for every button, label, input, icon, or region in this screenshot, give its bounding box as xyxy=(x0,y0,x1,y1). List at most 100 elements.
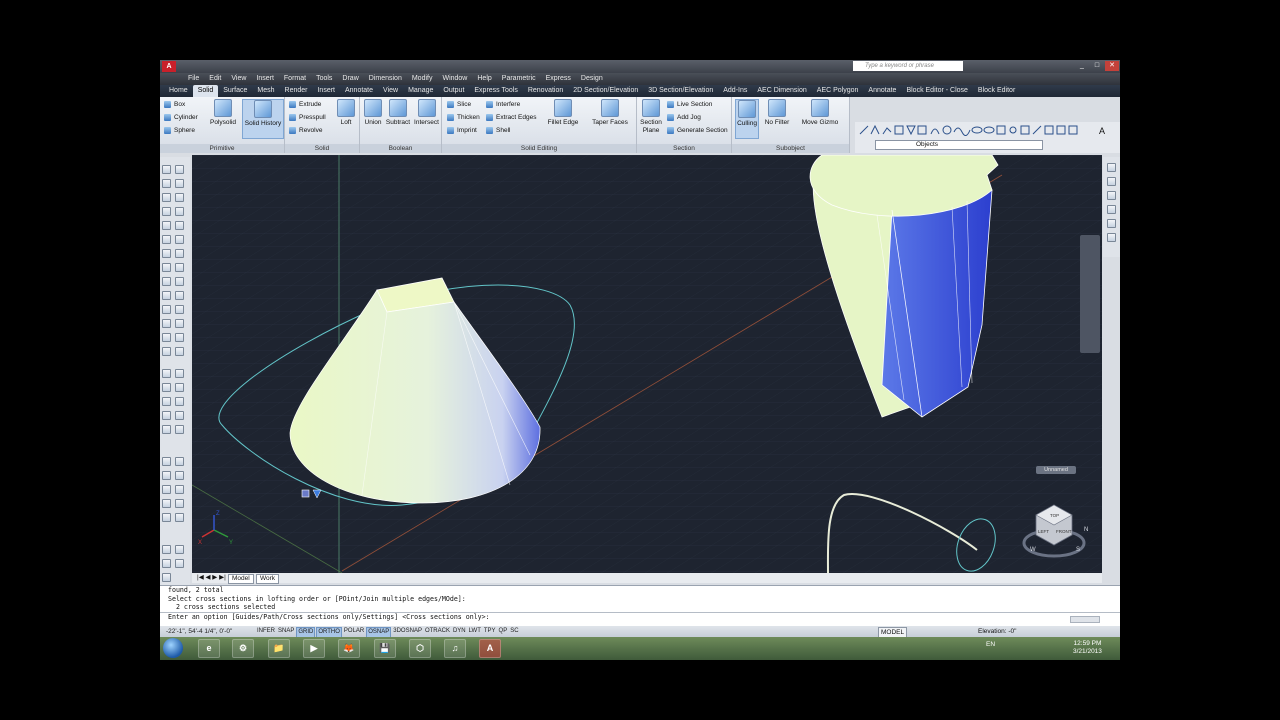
language-indicator[interactable]: EN xyxy=(986,641,995,648)
menu-file[interactable]: File xyxy=(188,73,199,85)
tools-app-icon[interactable]: ⚙ xyxy=(232,639,254,658)
draw-tools-icons[interactable]: A xyxy=(855,122,1120,138)
break-tool-icon[interactable] xyxy=(175,319,184,328)
panel-title-section[interactable]: Section xyxy=(637,144,731,153)
mirror-tool-icon[interactable] xyxy=(175,193,184,202)
section-plane-button[interactable]: Section Plane xyxy=(639,99,663,135)
tab-surface[interactable]: Surface xyxy=(218,85,252,97)
tab-aec-dimension[interactable]: AEC Dimension xyxy=(752,85,811,97)
design-app-icon[interactable]: ⬡ xyxy=(409,639,431,658)
save-app-icon[interactable]: 💾 xyxy=(374,639,396,658)
minimize-button[interactable]: _ xyxy=(1075,61,1089,71)
generate-section-button[interactable]: Generate Section xyxy=(667,126,728,135)
scale-tool-icon[interactable] xyxy=(175,263,184,272)
pan-tool-icon[interactable] xyxy=(175,545,184,554)
cone-tool-icon[interactable] xyxy=(162,485,171,494)
render-tool-icon[interactable] xyxy=(175,513,184,522)
maximize-button[interactable]: □ xyxy=(1090,61,1104,71)
orbit-tool-icon[interactable] xyxy=(162,545,171,554)
arc-tool-icon[interactable] xyxy=(162,221,171,230)
sphere-button[interactable]: Sphere xyxy=(164,126,195,135)
add-jog-button[interactable]: Add Jog xyxy=(667,113,701,122)
system-clock[interactable]: 12:59 PM 3/21/2013 xyxy=(1073,640,1102,656)
menu-window[interactable]: Window xyxy=(442,73,467,85)
extract-edges-button[interactable]: Extract Edges xyxy=(486,113,536,122)
live-section-button[interactable]: Live Section xyxy=(667,100,712,109)
compass-south-label[interactable]: S xyxy=(1076,547,1080,553)
imprint-button[interactable]: Imprint xyxy=(447,126,477,135)
dim-aligned-icon[interactable] xyxy=(162,397,171,406)
tab-solid[interactable]: Solid xyxy=(192,85,219,97)
interfere-button[interactable]: Interfere xyxy=(486,100,520,109)
fillet-edge-button[interactable]: Fillet Edge xyxy=(546,99,580,127)
viewcube-front-label[interactable]: FRONT xyxy=(1056,529,1072,534)
dim-linear-icon[interactable] xyxy=(162,383,171,392)
orbit-icon[interactable] xyxy=(1107,219,1116,228)
gradient-tool-icon[interactable] xyxy=(162,319,171,328)
tab-2d-section[interactable]: 2D Section/Elevation xyxy=(568,85,643,97)
tab-renovation[interactable]: Renovation xyxy=(523,85,568,97)
navigation-bar[interactable] xyxy=(1080,235,1100,353)
tab-mesh[interactable]: Mesh xyxy=(252,85,279,97)
wedge-tool-icon[interactable] xyxy=(175,471,184,480)
fillet-tool-icon[interactable] xyxy=(175,369,184,378)
viewcube-top-label[interactable]: TOP xyxy=(1050,513,1059,518)
presspull-button[interactable]: Presspull xyxy=(289,113,326,122)
revolve-button[interactable]: Revolve xyxy=(289,126,322,135)
intersect-button[interactable]: Intersect xyxy=(412,99,441,127)
stretch-tool-icon[interactable] xyxy=(175,277,184,286)
circle-tool-icon[interactable] xyxy=(162,235,171,244)
copy-tool-icon[interactable] xyxy=(175,179,184,188)
culling-button[interactable]: Culling xyxy=(735,99,759,139)
camera-tool-icon[interactable] xyxy=(162,573,171,582)
offset-tool-icon[interactable] xyxy=(175,207,184,216)
compass-north-label[interactable]: N xyxy=(1084,527,1088,533)
menu-parametric[interactable]: Parametric xyxy=(502,73,536,85)
thicken-button[interactable]: Thicken xyxy=(447,113,480,122)
tab-render[interactable]: Render xyxy=(280,85,313,97)
unnamed-ucs-label[interactable]: Unnamed xyxy=(1036,466,1076,474)
cylinder-button[interactable]: Cylinder xyxy=(164,113,198,122)
slice-button[interactable]: Slice xyxy=(447,100,471,109)
sweep-tool-icon[interactable] xyxy=(175,499,184,508)
autocad-taskbar-icon[interactable]: A xyxy=(479,639,501,658)
internet-explorer-icon[interactable]: e xyxy=(198,639,220,658)
navigation-icon[interactable] xyxy=(1107,163,1116,172)
tab-output[interactable]: Output xyxy=(438,85,469,97)
properties-tool-icon[interactable] xyxy=(175,165,184,174)
selection-grip[interactable] xyxy=(301,489,310,498)
start-button[interactable] xyxy=(163,638,183,658)
tab-aec-polygon[interactable]: AEC Polygon xyxy=(812,85,864,97)
join-tool-icon[interactable] xyxy=(175,333,184,342)
menu-design[interactable]: Design xyxy=(581,73,603,85)
firefox-icon[interactable]: 🦊 xyxy=(338,639,360,658)
menu-format[interactable]: Format xyxy=(284,73,306,85)
polygon-tool-icon[interactable] xyxy=(162,193,171,202)
layer-tool-icon[interactable] xyxy=(175,411,184,420)
extend-tool-icon[interactable] xyxy=(175,305,184,314)
drawing-viewport[interactable]: X Y Z TOP LEFT FRONT W S N xyxy=(192,155,1102,573)
view-tool-icon[interactable] xyxy=(175,457,184,466)
showmotion-icon[interactable] xyxy=(1107,233,1116,242)
menu-tools[interactable]: Tools xyxy=(316,73,332,85)
subtract-button[interactable]: Subtract xyxy=(384,99,412,127)
polysolid-button[interactable]: Polysolid xyxy=(207,99,239,127)
viewport-canvas[interactable]: X Y Z TOP LEFT FRONT W S N xyxy=(192,155,1102,573)
tab-block-editor-close[interactable]: Block Editor - Close xyxy=(901,85,972,97)
menu-dimension[interactable]: Dimension xyxy=(369,73,402,85)
zoom-icon[interactable] xyxy=(1107,205,1116,214)
move-gizmo-button[interactable]: Move Gizmo xyxy=(798,99,842,127)
shell-button[interactable]: Shell xyxy=(486,126,510,135)
pyramid-tool-icon[interactable] xyxy=(162,499,171,508)
tab-annotate[interactable]: Annotate xyxy=(340,85,378,97)
application-menu-button[interactable]: A xyxy=(162,61,176,72)
walk-tool-icon[interactable] xyxy=(175,559,184,568)
menu-express[interactable]: Express xyxy=(546,73,571,85)
menu-draw[interactable]: Draw xyxy=(342,73,358,85)
elevation-readout[interactable]: Elevation: -0" xyxy=(978,627,1016,636)
torus-tool-icon[interactable] xyxy=(175,485,184,494)
dim-radius-icon[interactable] xyxy=(162,411,171,420)
menu-modify[interactable]: Modify xyxy=(412,73,433,85)
spotify-icon[interactable]: ♫ xyxy=(444,639,466,658)
box-button[interactable]: Box xyxy=(164,100,185,109)
